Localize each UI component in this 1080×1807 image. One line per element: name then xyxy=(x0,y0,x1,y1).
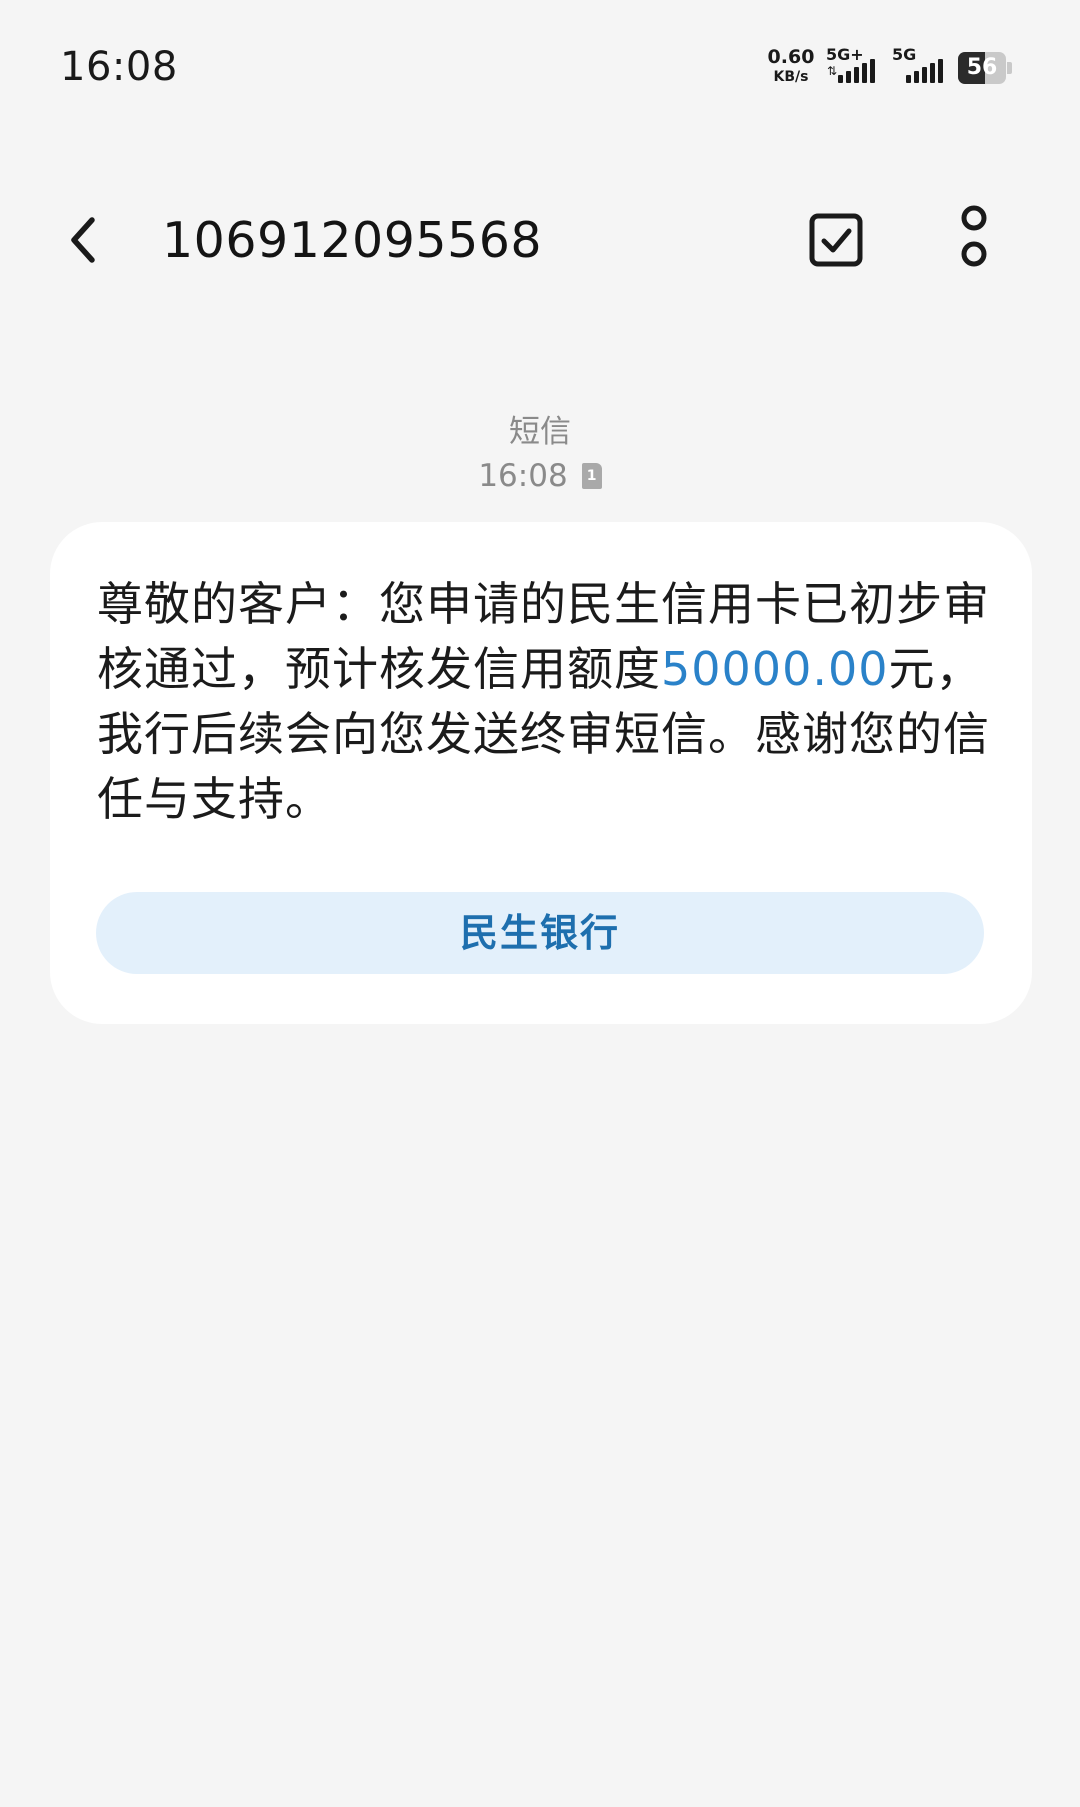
checkbox-check-icon xyxy=(809,213,863,267)
back-button[interactable] xyxy=(56,210,116,270)
message-body[interactable]: 尊敬的客户：您申请的民生信用卡已初步审核通过，预计核发信用额度50000.00元… xyxy=(97,572,997,832)
message-bubble[interactable]: 尊敬的客户：您申请的民生信用卡已初步审核通过，预计核发信用额度50000.00元… xyxy=(50,522,1032,1024)
data-activity-icon: ⇅ xyxy=(827,64,838,78)
message-meta: 短信 16:08 1 xyxy=(0,410,1080,498)
sim2-signal-bars xyxy=(906,59,943,83)
message-time-row: 16:08 1 xyxy=(0,454,1080,498)
sim1-signal-icon: 5G+ ⇅ xyxy=(826,44,886,88)
battery-level: 56 xyxy=(966,55,998,80)
chevron-left-icon xyxy=(71,217,95,263)
conversation-header: 106912095568 xyxy=(0,190,1080,290)
status-time: 16:08 xyxy=(60,44,178,90)
sim-card-icon: 1 xyxy=(581,463,602,489)
battery-icon: 56 xyxy=(958,52,1012,84)
sender-name-button[interactable]: 民生银行 xyxy=(96,892,984,974)
network-speed-unit: KB/s xyxy=(773,69,809,85)
network-speed: 0.60 KB/s xyxy=(766,46,816,85)
more-options-button[interactable] xyxy=(944,204,1004,274)
status-bar: 16:08 0.60 KB/s 5G+ ⇅ 5G 56 xyxy=(0,0,1080,140)
message-type-label: 短信 xyxy=(509,414,571,450)
credit-amount-link[interactable]: 50000.00 xyxy=(661,642,889,696)
mark-read-button[interactable] xyxy=(806,210,866,270)
network-speed-value: 0.60 xyxy=(767,46,815,68)
contact-number: 106912095568 xyxy=(162,212,543,269)
sim1-signal-bars xyxy=(838,59,875,83)
vertical-dots-icon xyxy=(961,205,987,267)
message-time: 16:08 xyxy=(478,458,568,494)
sim2-signal-icon: 5G xyxy=(892,44,952,88)
